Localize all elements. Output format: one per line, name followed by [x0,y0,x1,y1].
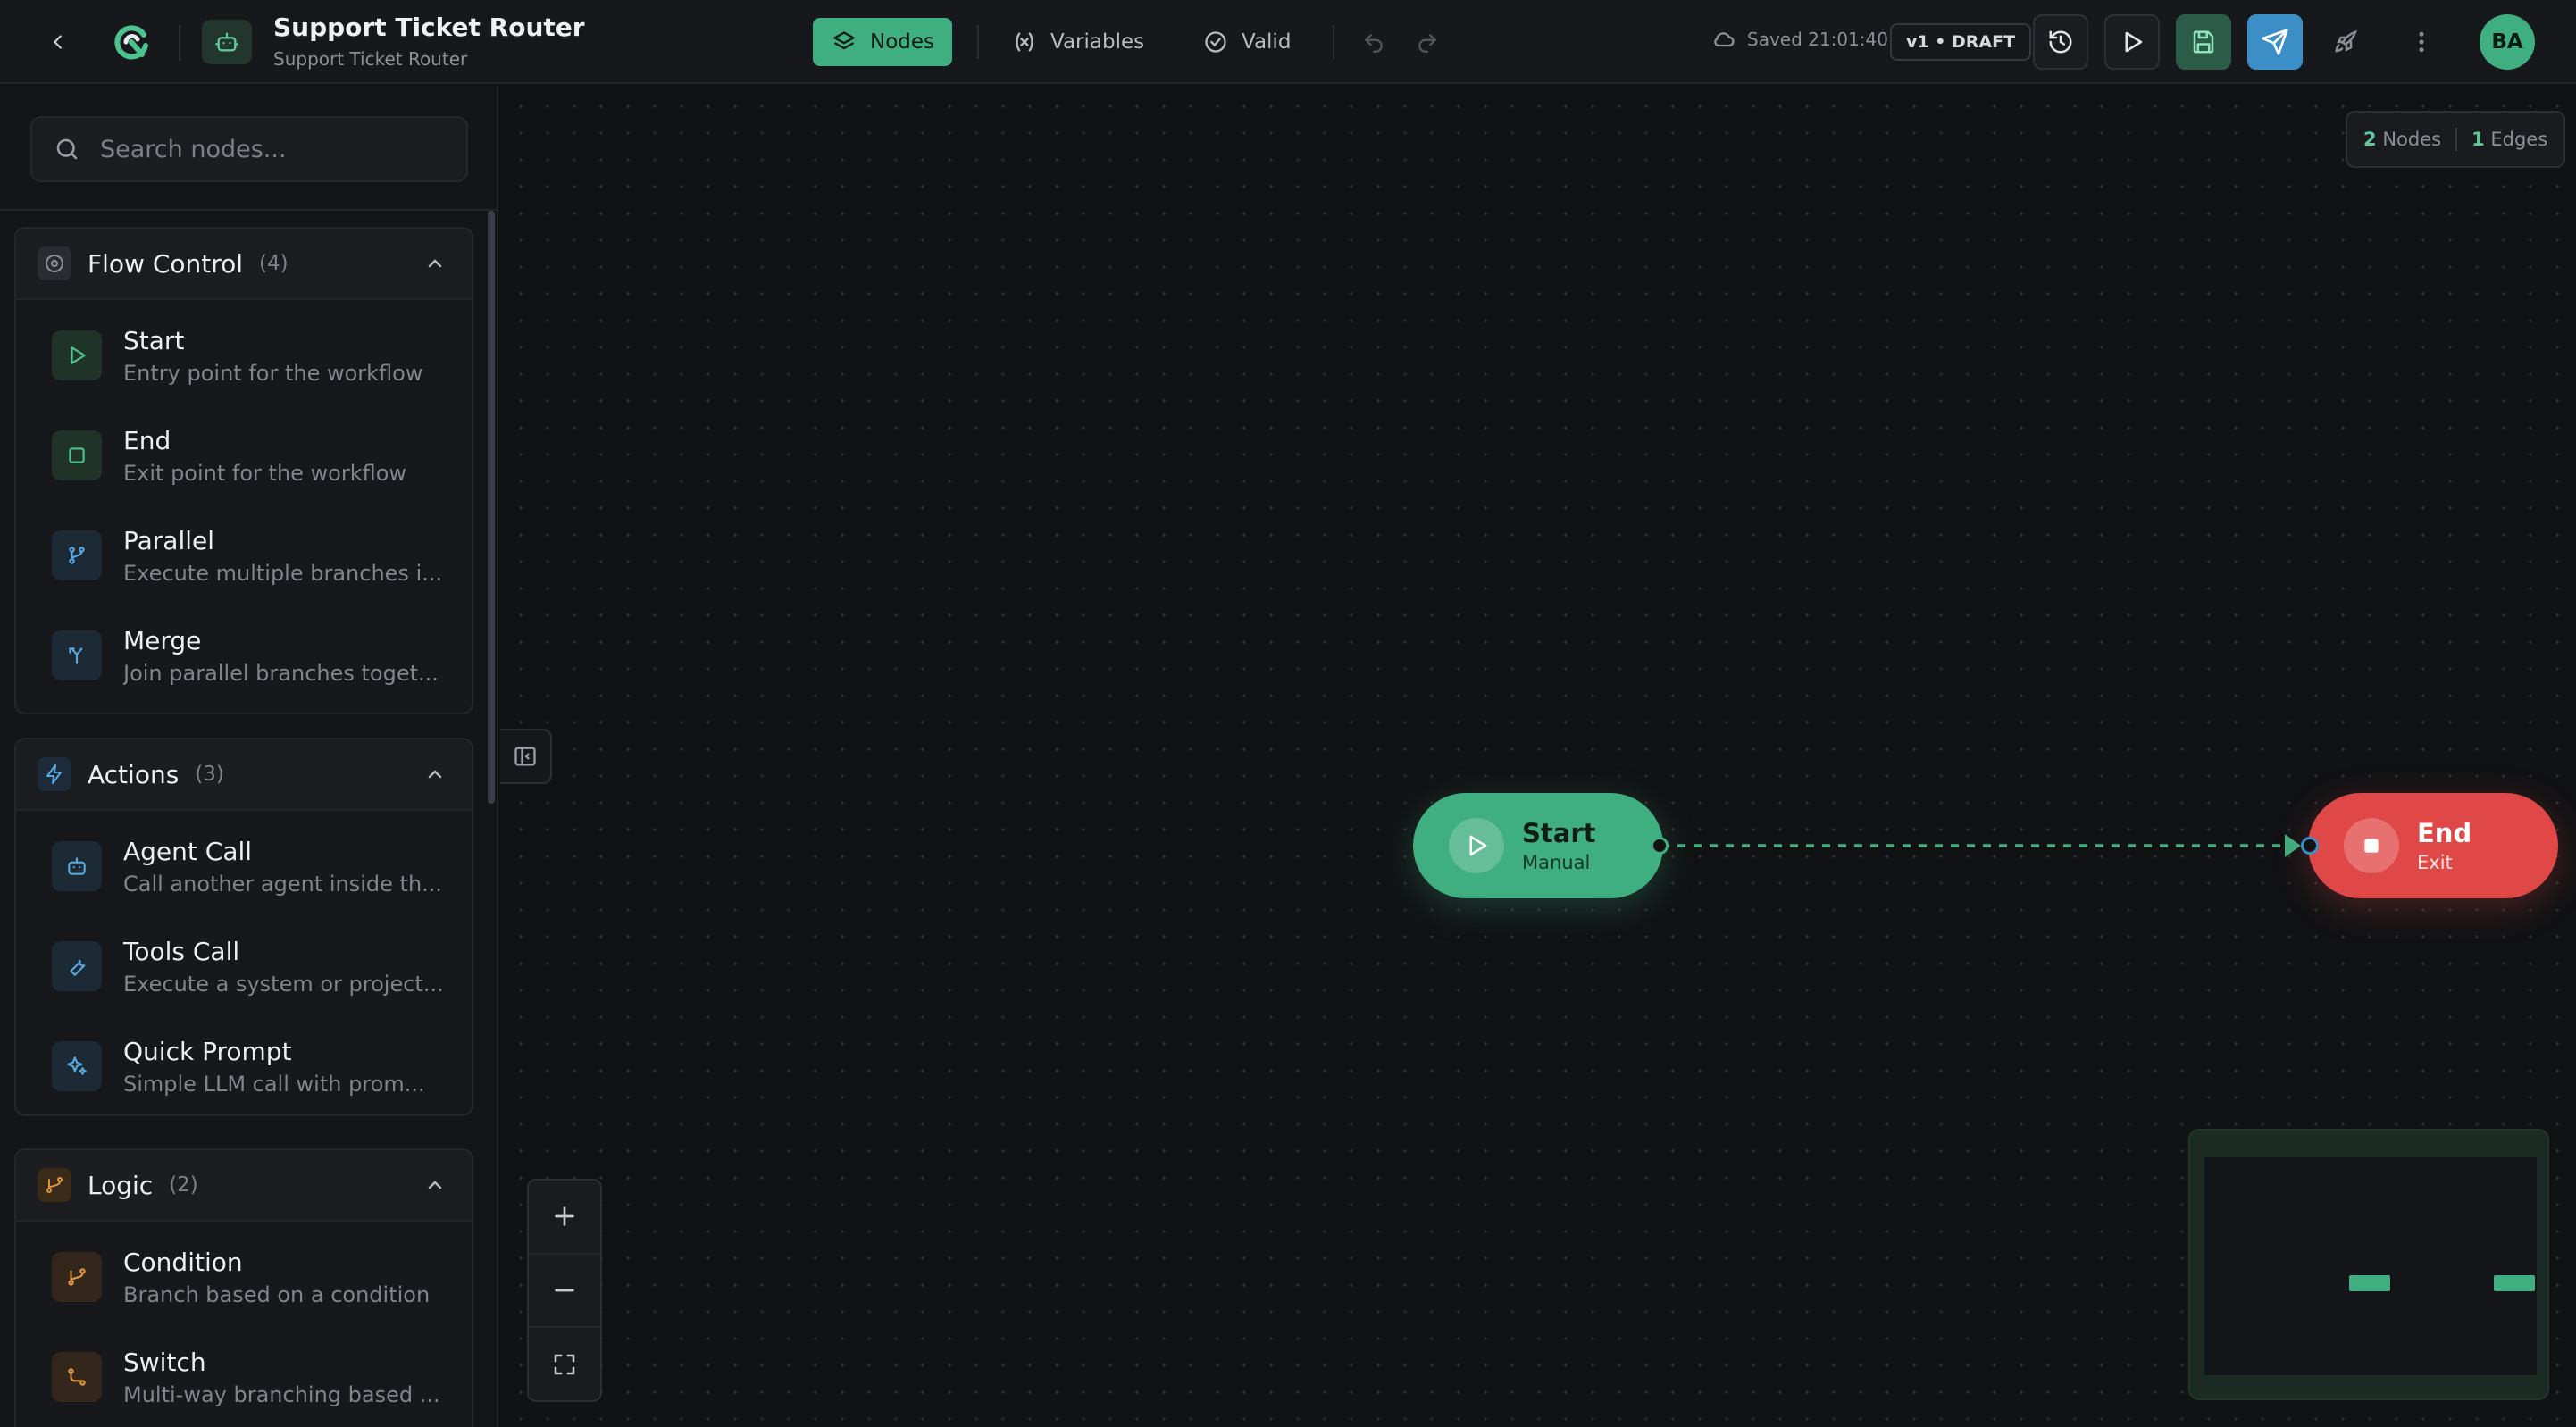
play-icon [1449,818,1504,873]
node-start[interactable]: Start Manual [1413,793,1663,898]
plus-icon [555,1206,574,1226]
minimap[interactable] [2188,1129,2549,1400]
node-end[interactable]: End Exit [2308,793,2558,898]
node-subtitle: Manual [1522,852,1591,873]
stop-icon [2344,818,2399,873]
minimap-viewport [2204,1157,2537,1375]
zoom-controls [527,1179,602,1402]
arrowhead-icon [2285,834,2301,857]
node-title: Start [1522,818,1596,848]
input-handle[interactable] [2301,837,2319,855]
output-handle[interactable] [1651,837,1669,855]
zoom-in-button[interactable] [529,1181,600,1255]
fit-view-button[interactable] [529,1328,600,1400]
maximize-icon [554,1354,575,1374]
node-subtitle: Exit [2417,852,2453,873]
zoom-out-button[interactable] [529,1255,600,1329]
node-title: End [2417,818,2472,848]
minimap-node-start [2349,1275,2390,1291]
minimap-node-end [2494,1275,2535,1291]
minus-icon [555,1289,574,1292]
